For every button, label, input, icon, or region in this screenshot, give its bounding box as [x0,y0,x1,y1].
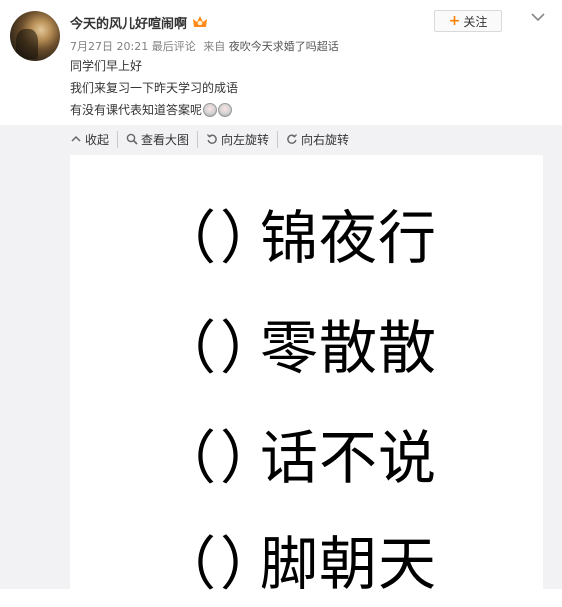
idiom-text: 零散散 [260,314,438,382]
paren-open: （ [158,314,217,382]
idiom-row-2: （ ） 零散散 [70,301,543,391]
collapse-label: 收起 [85,132,110,147]
idiom-text: 脚朝天 [260,530,438,598]
idiom-text: 锦夜行 [260,204,438,272]
image-toolbar: 收起 查看大图 向左旋转 向右旋转 [70,130,357,148]
rotate-left-icon [207,134,217,144]
post-text-line-2: 我们来复习一下昨天学习的成语 [70,81,239,95]
rotate-left-button[interactable]: 向左旋转 [197,130,277,148]
view-large-label: 查看大图 [141,132,190,147]
emoji-icon [203,103,218,117]
paren-open: （ [158,424,217,492]
view-large-button[interactable]: 查看大图 [117,130,197,148]
post-text-line-1: 同学们早上好 [70,59,143,73]
rotate-right-icon [287,134,298,144]
username[interactable]: 今天的风儿好喧闹啊 [70,13,187,32]
post-header: 今天的风儿好喧闹啊 + 关注 7月27日 20:21 最后评论 来自 夜吹今天求… [0,0,562,125]
edited-label: 最后评论 [151,40,196,53]
plus-icon: + [448,13,461,29]
paren-open: （ [158,530,217,598]
rotate-left-label: 向左旋转 [221,132,270,147]
post-meta: 7月27日 20:21 最后评论 来自 夜吹今天求婚了吗超话 [70,38,339,54]
idiom-row-4: （ ） 脚朝天 [70,517,543,607]
post-text-line-3: 有没有课代表知道答案呢 [70,101,233,118]
chevron-down-icon[interactable] [531,12,545,22]
idiom-row-3: （ ） 话不说 [70,411,543,501]
collapse-button[interactable]: 收起 [70,131,117,148]
follow-label: 关注 [463,14,488,29]
magnifier-icon [126,133,138,145]
avatar[interactable] [10,11,60,61]
post-image[interactable]: （ ） 锦夜行 （ ） 零散散 （ ） 话不说 （ ） 脚朝天 [70,155,543,598]
post-text-line-3-text: 有没有课代表知道答案呢 [70,103,203,117]
follow-button[interactable]: + 关注 [434,10,502,32]
from-label: 来自 [203,40,226,53]
rotate-right-label: 向右旋转 [301,132,350,147]
idiom-row-1: （ ） 锦夜行 [70,191,543,281]
post-source[interactable]: 夜吹今天求婚了吗超话 [229,40,339,53]
collapse-icon [71,135,81,142]
paren-open: （ [158,204,217,272]
rotate-right-button[interactable]: 向右旋转 [277,130,357,148]
emoji-icon [218,103,233,117]
vip-badge-icon [193,16,207,27]
idiom-text: 话不说 [260,424,438,492]
post-time[interactable]: 7月27日 20:21 [70,40,148,53]
